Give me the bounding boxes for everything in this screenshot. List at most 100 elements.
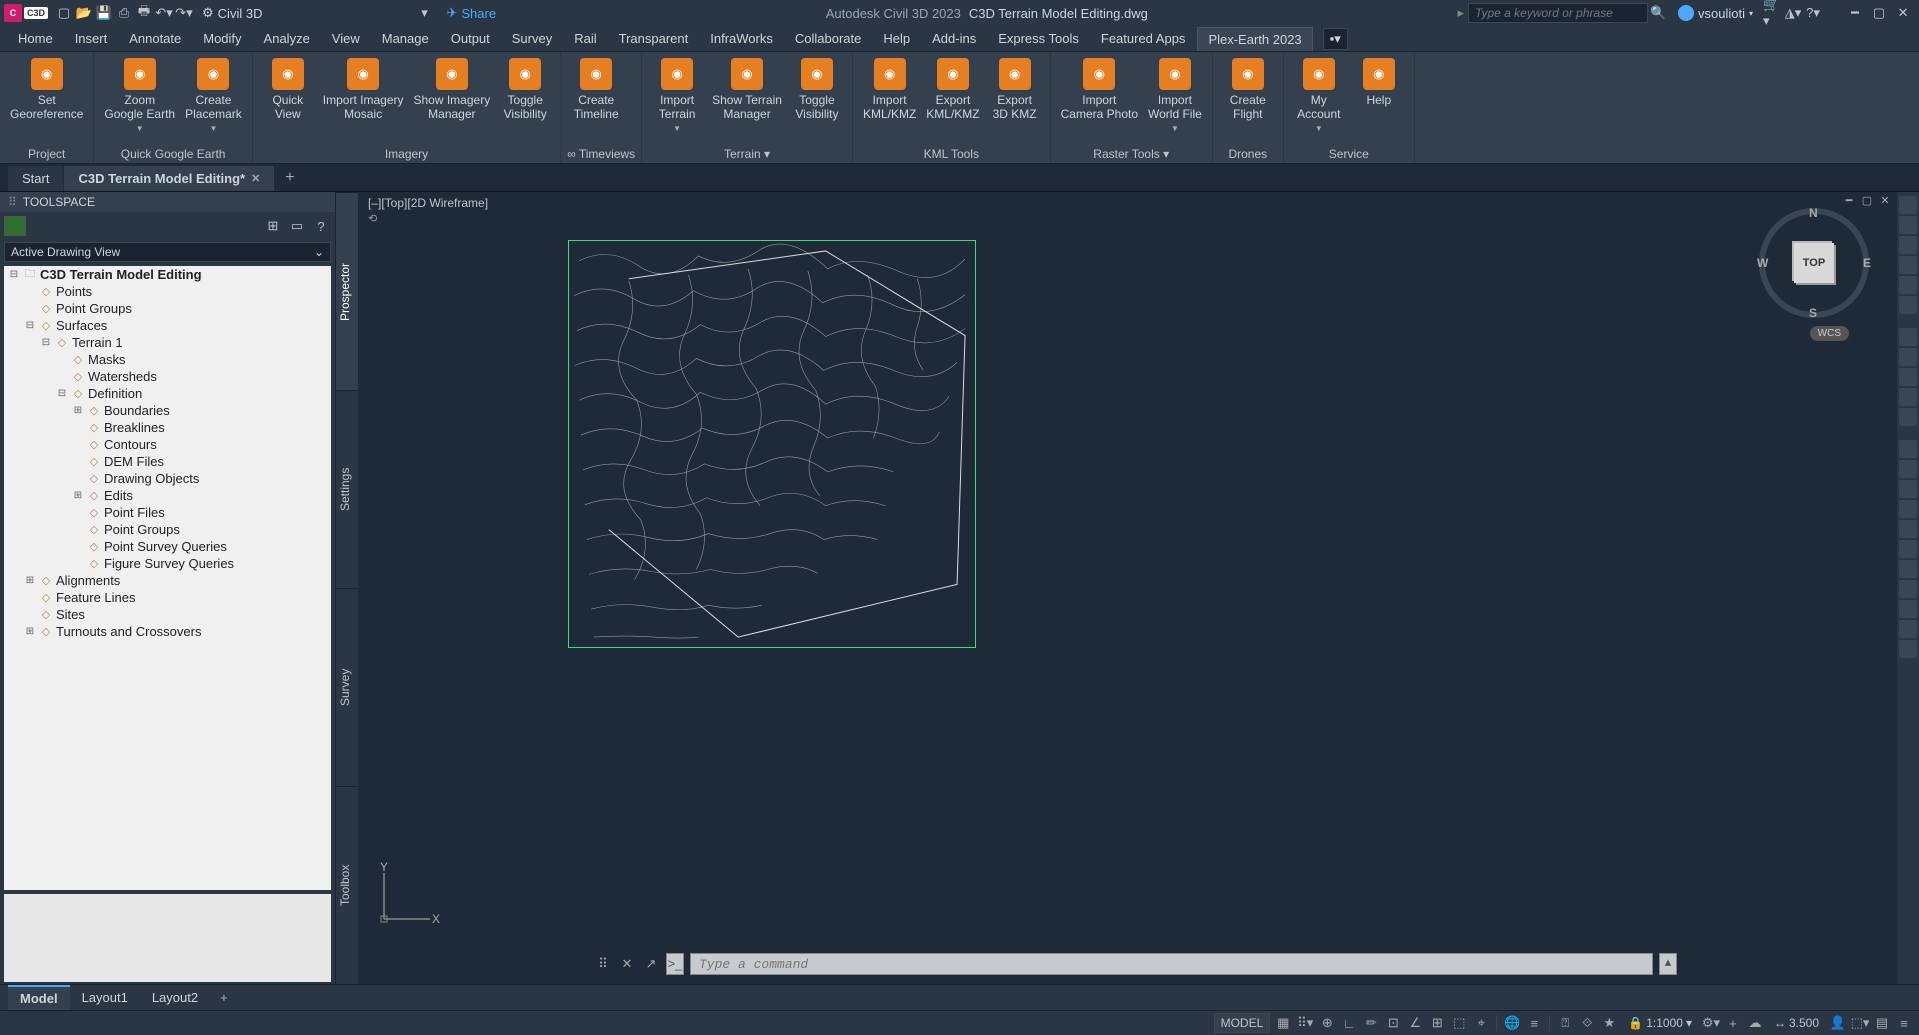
search-input[interactable]: [1468, 3, 1648, 23]
navbar-tool-icon[interactable]: [1899, 236, 1917, 254]
tree-node[interactable]: ◇Contours: [72, 436, 331, 453]
ribbon-tab-collaborate[interactable]: Collaborate: [785, 27, 872, 50]
ribbon-tab-infraworks[interactable]: InfraWorks: [700, 27, 783, 50]
qat-undo-icon[interactable]: ↶▾: [154, 3, 174, 23]
ribbon-extra-icon[interactable]: ▪▾: [1323, 28, 1348, 50]
tree-node[interactable]: ⊟🗀C3D Terrain Model Editing: [8, 266, 331, 283]
status-icon[interactable]: ⟐: [1578, 1014, 1596, 1032]
add-drawing-tab[interactable]: +: [275, 165, 304, 191]
viewport-maximize-icon[interactable]: ▢: [1859, 194, 1875, 208]
tree-node[interactable]: ◇Masks: [56, 351, 331, 368]
autodesk-icon[interactable]: ◮▾: [1783, 3, 1803, 23]
status-icon[interactable]: ☁: [1746, 1014, 1764, 1032]
viewport-minimize-icon[interactable]: ━: [1841, 194, 1857, 208]
navbar-tool-icon[interactable]: [1899, 600, 1917, 618]
qat-save-icon[interactable]: 💾: [94, 3, 114, 23]
tree-toggle-icon[interactable]: ⊞: [24, 626, 36, 637]
tree-toggle-icon[interactable]: ⊟: [40, 337, 52, 348]
view-cube[interactable]: TOP N S E W: [1759, 208, 1869, 318]
view-cube-south[interactable]: S: [1809, 306, 1817, 320]
ribbon-button[interactable]: ◉Import Camera Photo: [1057, 54, 1142, 145]
tree-node[interactable]: ◇Point Groups: [72, 521, 331, 538]
ribbon-tab-express-tools[interactable]: Express Tools: [988, 27, 1089, 50]
status-icon[interactable]: ∟: [1340, 1014, 1358, 1032]
qat-plot-icon[interactable]: 🖶: [134, 3, 154, 23]
viewport-close-icon[interactable]: ✕: [1877, 194, 1893, 208]
ribbon-tab-view[interactable]: View: [322, 27, 370, 50]
ribbon-tab-annotate[interactable]: Annotate: [119, 27, 191, 50]
navbar-tool-icon[interactable]: [1899, 520, 1917, 538]
tree-node[interactable]: ⊟◇Definition: [56, 385, 331, 402]
toolspace-tab-toolbox[interactable]: Toolbox: [336, 786, 358, 984]
status-scale[interactable]: 🔒1:1000▾: [1622, 1014, 1698, 1032]
tree-node[interactable]: ◇Watersheds: [56, 368, 331, 385]
status-icon[interactable]: ⊡: [1384, 1014, 1402, 1032]
ribbon-button[interactable]: ◉Create Timeline: [567, 54, 625, 145]
search-icon[interactable]: 🔍: [1648, 3, 1668, 23]
tree-node[interactable]: ◇DEM Files: [72, 453, 331, 470]
tree-node[interactable]: ⊟◇Surfaces: [24, 317, 331, 334]
navbar-tool-icon[interactable]: [1899, 460, 1917, 478]
cmdline-close-icon[interactable]: ✕: [618, 956, 636, 972]
ribbon-button[interactable]: ◉Create Placemark▼: [181, 54, 246, 145]
ribbon-tab-manage[interactable]: Manage: [372, 27, 439, 50]
view-cube-face[interactable]: TOP: [1794, 243, 1834, 283]
ribbon-tab-transparent[interactable]: Transparent: [609, 27, 699, 50]
ribbon-tab-add-ins[interactable]: Add-ins: [922, 27, 986, 50]
grip-icon[interactable]: ⠿: [8, 195, 17, 209]
tree-toggle-icon[interactable]: ⊟: [24, 320, 36, 331]
layout-tab[interactable]: Layout2: [140, 986, 210, 1009]
tree-node[interactable]: ◇Sites: [24, 606, 331, 623]
qat-new-icon[interactable]: ▢: [54, 3, 74, 23]
qat-open-icon[interactable]: 📂: [74, 3, 94, 23]
status-icon[interactable]: ≡: [1525, 1014, 1543, 1032]
ribbon-button[interactable]: ◉Import World File▼: [1144, 54, 1206, 145]
tree-node[interactable]: ◇Points: [24, 283, 331, 300]
ribbon-tab-rail[interactable]: Rail: [564, 27, 606, 50]
tree-node[interactable]: ⊞◇Edits: [72, 487, 331, 504]
navbar-orbit-icon[interactable]: [1899, 368, 1917, 386]
status-icon[interactable]: ✏: [1362, 1014, 1380, 1032]
ribbon-tab-modify[interactable]: Modify: [193, 27, 251, 50]
tree-node[interactable]: ◇Point Survey Queries: [72, 538, 331, 555]
layout-tab[interactable]: Model: [8, 985, 70, 1010]
minimize-icon[interactable]: ━: [1843, 3, 1867, 23]
status-icon[interactable]: ⬚▾: [1851, 1014, 1869, 1032]
ribbon-button[interactable]: ◉Toggle Visibility: [496, 54, 554, 145]
navbar-tool-icon[interactable]: [1899, 560, 1917, 578]
navbar-tool-icon[interactable]: [1899, 276, 1917, 294]
view-cube-west[interactable]: W: [1757, 256, 1768, 270]
tree-toggle-icon[interactable]: ⊞: [72, 405, 84, 416]
view-cube-east[interactable]: E: [1863, 256, 1871, 270]
viewport[interactable]: [568, 240, 976, 648]
toolspace-tab-survey[interactable]: Survey: [336, 588, 358, 786]
navbar-tool-icon[interactable]: [1899, 440, 1917, 458]
tree-node[interactable]: ◇Drawing Objects: [72, 470, 331, 487]
tree-node[interactable]: ◇Figure Survey Queries: [72, 555, 331, 572]
status-icon[interactable]: ∠: [1406, 1014, 1424, 1032]
navbar-tool-icon[interactable]: [1899, 256, 1917, 274]
workspace-switcher[interactable]: ⚙ Civil 3D: [202, 5, 266, 21]
navbar-tool-icon[interactable]: [1899, 580, 1917, 598]
ribbon-button[interactable]: ◉Show Terrain Manager: [708, 54, 786, 145]
navbar-tool-icon[interactable]: [1899, 296, 1917, 314]
toolspace-color-icon[interactable]: [4, 216, 26, 236]
qat-redo-icon[interactable]: ↷▾: [174, 3, 194, 23]
ribbon-button[interactable]: ◉Help: [1350, 54, 1408, 145]
wcs-badge[interactable]: WCS: [1810, 326, 1849, 341]
toolspace-tab-prospector[interactable]: Prospector: [336, 192, 358, 390]
status-icon[interactable]: ⍰: [1556, 1014, 1574, 1032]
toolspace-item-icon[interactable]: ⊞: [263, 216, 283, 236]
status-model-button[interactable]: MODEL: [1214, 1013, 1271, 1033]
close-icon[interactable]: ✕: [251, 172, 260, 185]
prospector-tree[interactable]: ⊟🗀C3D Terrain Model Editing◇Points ◇Point…: [4, 266, 331, 890]
navbar-tool-icon[interactable]: [1899, 216, 1917, 234]
navbar-tool-icon[interactable]: [1899, 408, 1917, 426]
ribbon-tab-output[interactable]: Output: [441, 27, 500, 50]
navbar-tool-icon[interactable]: [1899, 480, 1917, 498]
ribbon-button[interactable]: ◉Zoom Google Earth▼: [100, 54, 179, 145]
status-icon[interactable]: ★: [1600, 1014, 1618, 1032]
help-icon[interactable]: ?▾: [1803, 3, 1823, 23]
ribbon-tab-featured-apps[interactable]: Featured Apps: [1091, 27, 1196, 50]
status-icon[interactable]: ⚙▾: [1702, 1014, 1720, 1032]
